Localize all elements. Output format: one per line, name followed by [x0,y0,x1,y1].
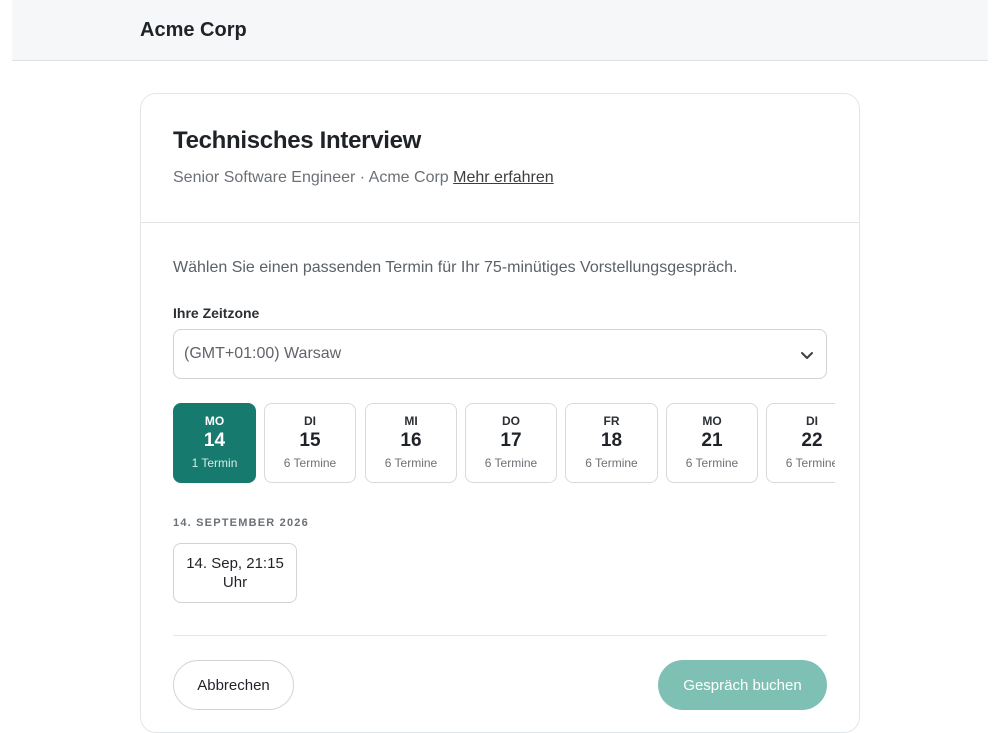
day-slot-count: 6 Termine [283,456,337,470]
action-bar: Abbrechen Gespräch buchen [173,660,827,720]
day-weekday: DI [304,414,316,428]
day-slot-count: 6 Termine [585,456,638,470]
day-number: 16 [400,430,422,451]
card-body: Wählen Sie einen passenden Termin für Ih… [141,223,859,720]
day-number: 15 [299,430,321,451]
selected-date-heading: 14. SEPTEMBER 2026 [173,517,309,529]
cancel-button[interactable]: Abbrechen [173,660,294,710]
day-option[interactable]: DI 22 6 Termine [766,403,835,483]
brand-name: Acme Corp [140,19,247,41]
timezone-value: (GMT+01:00) Warsaw [184,345,342,362]
day-weekday: DO [502,414,520,428]
day-number: 21 [701,430,723,451]
learn-more-link[interactable]: Mehr erfahren [453,169,554,186]
timezone-select[interactable]: (GMT+01:00) Warsaw [173,329,827,379]
time-slot-button[interactable]: 14. Sep, 21:15 Uhr [173,543,297,603]
divider [173,635,827,636]
day-option[interactable]: DI 15 6 Termine [264,403,356,483]
chevron-down-icon [801,352,813,359]
intro-text: Wählen Sie einen passenden Termin für Ih… [173,259,738,276]
day-slot-count: 6 Termine [484,456,538,470]
day-option[interactable]: MI 16 6 Termine [365,403,457,483]
day-weekday: MO [204,414,225,428]
day-slot-count: 1 Termin [191,456,238,470]
day-weekday: FR [603,414,620,428]
day-number: 18 [600,430,623,451]
event-subtitle-text: Senior Software Engineer · Acme Corp [173,169,449,186]
event-title: Technisches Interview [173,127,422,154]
timezone-label: Ihre Zeitzone [173,305,260,321]
day-slot-count: 6 Termine [785,456,835,470]
day-option[interactable]: MO 14 1 Termin [173,403,256,483]
day-number: 17 [500,430,522,451]
day-slot-count: 6 Termine [685,456,739,470]
top-bar: Acme Corp [12,0,988,61]
day-option[interactable]: MO 21 6 Termine [666,403,758,483]
day-slot-count: 6 Termine [384,456,438,470]
day-weekday: MO [702,414,722,428]
day-number: 22 [801,430,823,451]
card-header: Technisches Interview Senior Software En… [141,94,859,223]
day-number: 14 [203,430,226,451]
day-picker: MO 14 1 Termin DI 15 6 Termine MI 16 6 T… [173,403,835,483]
book-interview-button[interactable]: Gespräch buchen [658,660,827,710]
day-option[interactable]: FR 18 6 Termine [565,403,658,483]
booking-card: Technisches Interview Senior Software En… [140,93,860,733]
day-weekday: DI [806,414,818,428]
event-subtitle: Senior Software Engineer · Acme Corp Meh… [173,169,827,187]
time-slot-label: 14. Sep, 21:15 Uhr [186,555,284,591]
day-weekday: MI [404,414,418,428]
day-option[interactable]: DO 17 6 Termine [465,403,557,483]
